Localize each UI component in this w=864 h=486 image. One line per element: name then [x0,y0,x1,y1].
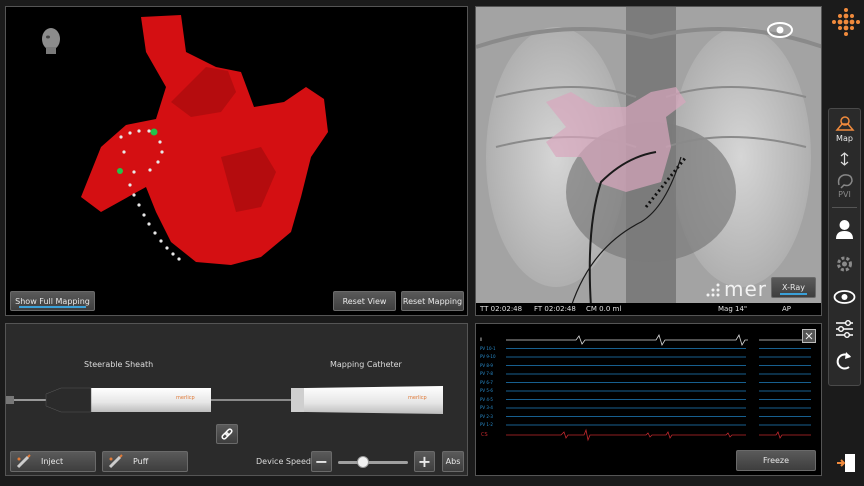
speed-increase-button[interactable]: + [414,451,435,472]
ecg-panel: II PV 10-1 PV 9-10 PV 8-9 PV 7-8 PV 6-7 PV 5-6… [475,323,822,476]
logo-dots-icon [706,283,720,297]
view-readout: AP [782,305,792,313]
collapse-icon [805,332,813,340]
speed-decrease-button[interactable]: − [311,451,332,472]
abs-button[interactable]: Abs [442,451,464,472]
cm-readout: CM 0.0 ml [586,305,622,313]
active-indicator [19,306,86,308]
map-icon [834,116,855,131]
show-full-mapping-label: Show Full Mapping [15,296,90,306]
tt-readout: TT 02:02:48 [480,305,523,313]
link-button[interactable] [216,424,238,444]
puff-label: Puff [133,457,149,466]
xray-status-bar: TT 02:02:48 FT 02:02:48 CM 0.0 ml Mag 14… [476,303,821,315]
puff-icon [108,453,123,468]
device-panel: Steerable Sheath Mapping Catheter merlic… [5,323,468,476]
logo-text: mer [724,277,768,301]
reset-view-label: Reset View [342,296,387,306]
device-speed-label: Device Speed [256,457,311,466]
puff-button[interactable]: Puff [102,451,188,472]
ecg-close-button[interactable] [802,329,816,343]
plus-icon: + [417,452,432,471]
head-orientation-icon [42,28,60,54]
xray-button[interactable]: X-Ray [771,277,816,298]
freeze-button[interactable]: Freeze [736,450,816,471]
sheath-label: Steerable Sheath [84,360,154,369]
sidebar-divider [832,207,857,208]
inject-label: Inject [41,457,64,466]
minus-icon: − [314,452,329,471]
pvi-mode-button[interactable]: PVI [829,171,860,199]
swap-arrows-icon[interactable] [829,151,860,167]
pvi-label: PVI [838,190,851,199]
speed-slider[interactable] [338,456,408,468]
visibility-icon[interactable] [829,287,860,307]
xray-image [476,7,821,307]
ecg-traces [506,334,811,442]
sheath-brand: merlicp [176,395,195,401]
freeze-label: Freeze [762,456,790,465]
right-sidebar: Map PVI [828,108,861,386]
undo-icon[interactable] [829,349,860,373]
exit-icon[interactable] [835,452,861,474]
xray-panel[interactable]: mer X-Ray TT 02:02:48 FT 02:02:48 CM 0.0… [475,6,822,316]
abs-label: Abs [445,457,461,466]
catheter-brand: merlicp [408,395,427,401]
inject-icon [16,453,31,468]
catheter-label: Mapping Catheter [330,360,402,369]
sliders-icon[interactable] [829,318,860,340]
active-indicator [780,293,807,295]
eye-icon[interactable] [766,20,794,40]
user-icon[interactable] [829,217,860,243]
xray-button-label: X-Ray [782,283,805,292]
cs-label: CS [481,432,488,438]
inject-button[interactable]: Inject [10,451,96,472]
map-label: Map [836,134,853,143]
heart-model[interactable] [6,7,468,316]
map-mode-button[interactable]: Map [829,115,860,143]
map-panel[interactable]: Show Full Mapping Reset View Reset Mappi… [5,6,468,316]
mer-logo: mer [704,277,767,301]
ft-readout: FT 02:02:48 [534,305,576,313]
reset-mapping-button[interactable]: Reset Mapping [401,291,464,311]
reset-view-button[interactable]: Reset View [333,291,396,311]
app-logo-icon [832,8,860,36]
speed-slider-thumb[interactable] [356,456,369,468]
show-full-mapping-button[interactable]: Show Full Mapping [10,291,95,311]
link-icon [221,428,233,440]
gear-icon[interactable] [829,252,860,276]
pvi-icon [837,174,853,189]
reset-mapping-label: Reset Mapping [402,296,463,306]
mag-readout: Mag 14" [718,305,748,313]
